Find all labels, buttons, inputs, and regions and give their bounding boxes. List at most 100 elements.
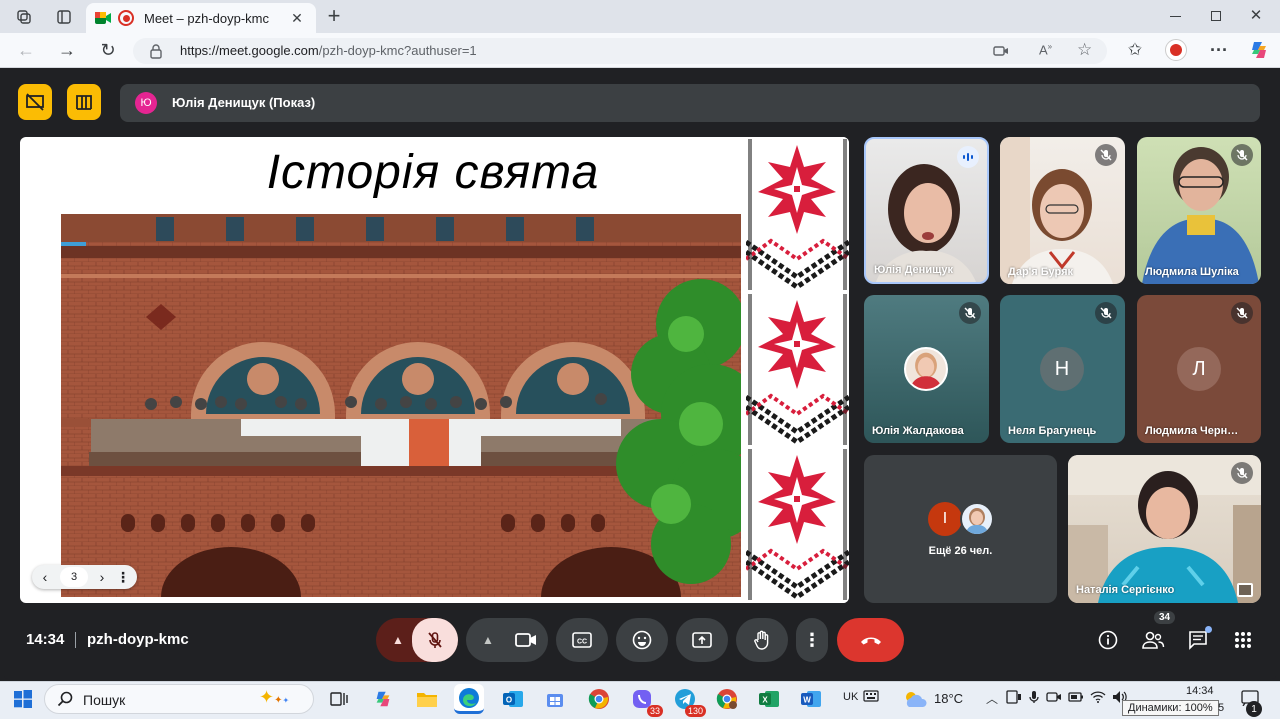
back-icon[interactable]: ← [14, 39, 38, 61]
chrome-icon [588, 689, 609, 709]
raise-hand-button[interactable] [736, 618, 788, 662]
camera-toggle-button[interactable] [504, 618, 548, 662]
participant-tile[interactable]: Н Неля Брагунець [1000, 295, 1125, 443]
taskbar-outlook[interactable]: O [498, 684, 528, 714]
more-options-button[interactable]: ⋮ [796, 618, 828, 662]
slide-more-icon[interactable]: ⋮ [116, 567, 130, 587]
mic-off-icon [959, 302, 981, 324]
new-tab-button[interactable]: + [322, 3, 346, 28]
telegram-badge: 130 [684, 705, 706, 717]
favorite-star-icon[interactable]: ☆ [1077, 40, 1092, 60]
pin-tile-icon[interactable] [1237, 583, 1253, 597]
url-path: /pzh-doyp-kmc?authuser=1 [318, 43, 477, 58]
participant-tile[interactable]: Юлія Жалдакова [864, 295, 989, 443]
other-participants-tile[interactable]: І Ещё 26 чел. [864, 455, 1057, 603]
task-view-button[interactable] [324, 684, 354, 714]
leave-call-button[interactable] [837, 618, 904, 662]
minimize-icon[interactable] [1165, 6, 1185, 26]
reactions-button[interactable] [616, 618, 668, 662]
taskbar-search-box[interactable]: Пошук ✦✦✦ [44, 684, 314, 714]
taskbar-telegram[interactable]: 130 [670, 684, 706, 717]
clock-time[interactable]: 14:34 [1186, 685, 1214, 697]
tray-mic-icon[interactable] [1028, 690, 1040, 704]
copilot-icon[interactable] [1248, 39, 1270, 61]
prev-slide-icon[interactable]: ‹ [37, 567, 53, 587]
camera-permission-icon[interactable] [993, 44, 1009, 63]
participant-name: Наталія Сергієнко [1076, 584, 1175, 596]
taskbar-excel[interactable]: X [754, 684, 784, 714]
presenter-label: Юлія Денищук (Показ) [172, 95, 316, 110]
search-placeholder: Пошук [83, 692, 126, 708]
tab-actions-icon[interactable] [52, 6, 76, 28]
taskbar-copilot[interactable] [368, 684, 398, 714]
close-window-icon[interactable]: ✕ [1246, 4, 1266, 26]
slide-page-number[interactable]: 3 [60, 567, 88, 587]
mic-toggle-button[interactable] [412, 618, 458, 662]
start-button[interactable] [8, 684, 38, 714]
favorites-icon[interactable]: ✩ [1124, 39, 1146, 61]
participant-tile-speaker[interactable]: Юлія Денищук [864, 137, 989, 284]
present-icon [692, 632, 712, 648]
close-tab-icon[interactable]: ✕ [288, 9, 306, 27]
mic-off-icon [1231, 302, 1253, 324]
people-icon [1142, 631, 1165, 649]
building-photo-image [61, 214, 741, 597]
reload-icon[interactable]: ↻ [96, 39, 120, 61]
tray-battery-icon[interactable] [1068, 690, 1084, 704]
read-aloud-icon[interactable]: A» [1039, 42, 1052, 57]
weather-temp[interactable]: 18°C [934, 691, 963, 706]
tray-overflow-icon[interactable]: ︿ [984, 688, 1000, 708]
svg-text:O: O [506, 696, 512, 705]
audio-options-chevron-icon[interactable]: ▲ [384, 618, 412, 662]
participant-tile[interactable]: Л Людмила Черн… [1137, 295, 1261, 443]
taskbar-edge[interactable] [454, 684, 484, 714]
camera-control-group: ▲ [466, 618, 548, 662]
excel-icon: X [759, 691, 779, 707]
participant-avatar [904, 347, 948, 391]
captions-icon: CC [572, 632, 592, 648]
site-info-icon[interactable] [149, 43, 163, 64]
participant-tile[interactable]: Дар'я Буряк [1000, 137, 1125, 284]
maximize-icon[interactable] [1206, 6, 1226, 26]
tray-camera-icon[interactable] [1046, 690, 1062, 704]
next-slide-icon[interactable]: › [94, 567, 110, 587]
more-menu-icon[interactable]: ··· [1208, 39, 1230, 61]
taskbar-chrome-profile[interactable] [712, 684, 742, 714]
wifi-icon[interactable] [1090, 690, 1106, 704]
tray-device-icon[interactable] [1006, 690, 1022, 704]
taskbar-word[interactable]: W [796, 684, 826, 714]
hide-presentation-button[interactable] [18, 84, 52, 120]
layout-button[interactable] [67, 84, 101, 120]
activities-button[interactable] [1231, 628, 1255, 652]
taskbar-store[interactable] [540, 684, 570, 714]
captions-button[interactable]: CC [556, 618, 608, 662]
taskbar-chrome[interactable] [584, 684, 614, 714]
tray-icons [1006, 690, 1128, 704]
video-options-chevron-icon[interactable]: ▲ [474, 618, 502, 662]
taskbar-file-explorer[interactable] [412, 684, 442, 714]
input-language[interactable]: UK [843, 691, 858, 703]
slide-photo [61, 214, 741, 597]
profile-avatar-icon[interactable] [1165, 39, 1187, 61]
search-icon [57, 691, 73, 712]
edge-icon [459, 687, 479, 708]
people-button[interactable] [1140, 628, 1166, 652]
presenter-avatar: Ю [135, 92, 157, 114]
chrome-profile-icon [716, 689, 737, 709]
meeting-details-button[interactable] [1096, 628, 1120, 652]
workspaces-icon[interactable] [12, 6, 36, 28]
mic-off-icon [1095, 302, 1117, 324]
url-host: https://meet.google.com [180, 43, 319, 58]
folder-icon [417, 693, 437, 707]
url-bar[interactable]: https://meet.google.com/pzh-doyp-kmc?aut… [133, 38, 1107, 64]
notification-count: 1 [1246, 701, 1262, 717]
participant-avatar: І [928, 502, 962, 536]
chat-button[interactable] [1186, 626, 1212, 652]
browser-tab-meet[interactable]: Meet – pzh-doyp-kmc ✕ [86, 3, 316, 33]
forward-icon[interactable]: → [55, 39, 79, 61]
taskbar-viber[interactable]: 33 [627, 684, 663, 717]
mic-off-icon [428, 632, 442, 648]
participant-tile[interactable]: Людмила Шуліка [1137, 137, 1261, 284]
participant-tile[interactable]: Наталія Сергієнко [1068, 455, 1261, 603]
present-screen-button[interactable] [676, 618, 728, 662]
